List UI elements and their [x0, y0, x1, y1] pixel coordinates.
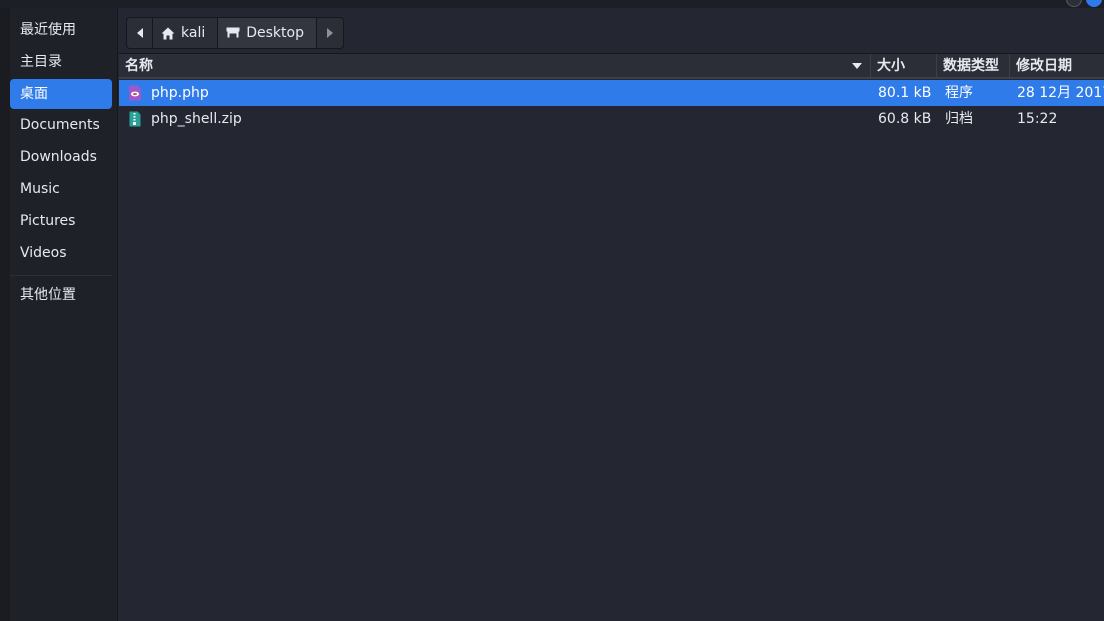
places-sidebar: 最近使用 主目录 桌面 Documents Downloads Music Pi…: [0, 8, 118, 621]
column-modified-label: 修改日期: [1016, 58, 1072, 74]
column-size-label: 大小: [877, 58, 905, 74]
path-segment-desktop[interactable]: Desktop: [218, 18, 317, 48]
desktop-folder-icon: [226, 27, 240, 38]
file-modified: 15:22: [1017, 111, 1058, 127]
column-header: 名称 大小 数据类型 修改日期: [119, 53, 1104, 79]
file-size: 60.8 kB: [878, 111, 932, 127]
file-row[interactable]: php_shell.zip 60.8 kB 归档 15:22: [119, 106, 1104, 132]
column-header-name[interactable]: 名称: [119, 54, 870, 78]
sidebar-item-other-locations[interactable]: 其他位置: [10, 280, 112, 310]
column-type-label: 数据类型: [943, 58, 999, 74]
titlebar: [0, 0, 1104, 8]
path-bar: kali Desktop: [126, 17, 344, 49]
path-segment-home-label: kali: [181, 25, 206, 41]
file-list-pane: kali Desktop 名称 大小 数据类型 修改日期 php.php 80.…: [119, 8, 1104, 621]
sidebar-divider: [10, 275, 112, 276]
sidebar-item-desktop[interactable]: 桌面: [10, 79, 112, 109]
php-file-icon: [129, 85, 141, 101]
file-name: php.php: [151, 85, 209, 101]
file-type: 程序: [945, 85, 973, 101]
column-name-label: 名称: [125, 58, 153, 74]
chevron-left-icon: [136, 28, 143, 38]
column-header-modified[interactable]: 修改日期: [1009, 54, 1104, 78]
file-row[interactable]: php.php 80.1 kB 程序 28 12月 2017: [119, 80, 1104, 106]
home-icon: [161, 27, 175, 39]
sidebar-item-downloads[interactable]: Downloads: [10, 142, 112, 172]
path-forward-button[interactable]: [317, 18, 343, 48]
column-header-type[interactable]: 数据类型: [936, 54, 1009, 78]
path-back-button[interactable]: [127, 18, 153, 48]
zip-archive-icon: [129, 111, 141, 127]
sidebar-item-pictures[interactable]: Pictures: [10, 206, 112, 236]
path-segment-home[interactable]: kali: [153, 18, 219, 48]
close-button[interactable]: [1086, 0, 1102, 7]
file-type: 归档: [945, 111, 973, 127]
chevron-right-icon: [326, 28, 333, 38]
file-chooser-window: 最近使用 主目录 桌面 Documents Downloads Music Pi…: [0, 0, 1104, 621]
sidebar-edge: [0, 8, 10, 621]
file-name: php_shell.zip: [151, 111, 242, 127]
file-size: 80.1 kB: [878, 85, 932, 101]
sidebar-item-recent[interactable]: 最近使用: [10, 15, 112, 45]
minimize-button[interactable]: [1066, 0, 1082, 7]
sort-descending-icon: [852, 63, 862, 69]
sidebar-item-home[interactable]: 主目录: [10, 47, 112, 77]
sidebar-item-music[interactable]: Music: [10, 174, 112, 204]
sidebar-item-videos[interactable]: Videos: [10, 238, 112, 268]
path-segment-desktop-label: Desktop: [246, 25, 304, 41]
column-header-size[interactable]: 大小: [870, 54, 936, 78]
file-modified: 28 12月 2017: [1017, 85, 1104, 101]
sidebar-item-documents[interactable]: Documents: [10, 110, 112, 140]
